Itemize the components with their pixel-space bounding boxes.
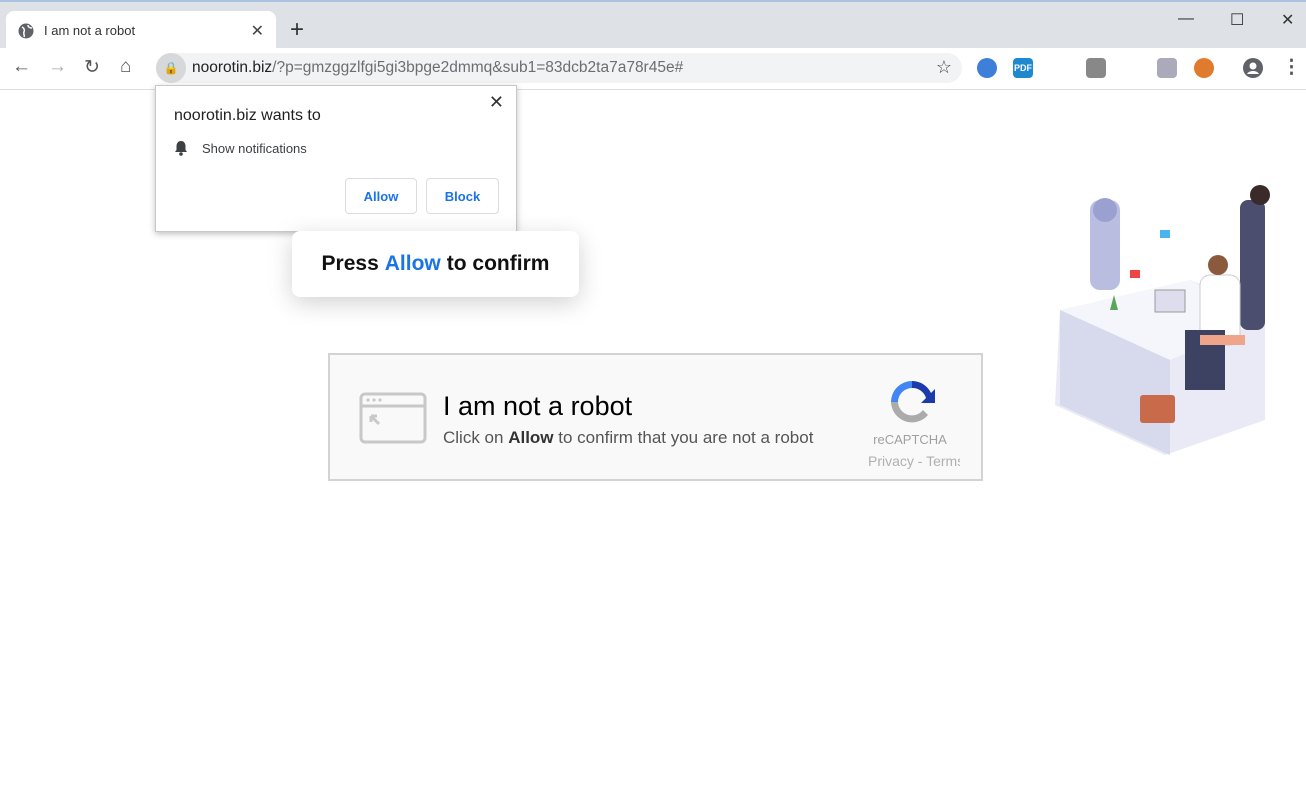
recaptcha-logo-icon bbox=[891, 380, 935, 423]
menu-icon[interactable]: ⋮ bbox=[1282, 56, 1301, 79]
forward-icon[interactable]: → bbox=[48, 56, 67, 78]
block-button[interactable]: Block bbox=[426, 178, 499, 214]
browser-window-icon bbox=[359, 392, 427, 444]
office-illustration bbox=[1055, 185, 1270, 455]
toolbar: ← → ↻ ⌂ 🔒 noorotin.biz/?p=gmzggzlfgi5gi3… bbox=[0, 48, 1306, 90]
address-bar[interactable]: 🔒 noorotin.biz/?p=gmzggzlfgi5gi3bpge2dmm… bbox=[156, 53, 962, 83]
new-tab-button[interactable]: + bbox=[290, 16, 304, 44]
back-icon[interactable]: ← bbox=[12, 56, 31, 78]
tab-active[interactable]: I am not a robot ✕ bbox=[6, 11, 276, 50]
pdf-ext-icon[interactable]: PDF bbox=[1013, 58, 1033, 78]
reload-icon[interactable]: ↻ bbox=[84, 56, 100, 79]
radio-ext-icon[interactable] bbox=[1086, 58, 1106, 78]
press-allow-banner: Press Allow to confirm bbox=[292, 231, 579, 297]
tab-title: I am not a robot bbox=[44, 23, 136, 38]
permission-row: Show notifications bbox=[174, 140, 307, 156]
popup-title: noorotin.biz wants to bbox=[174, 107, 321, 124]
minimize-button[interactable]: — bbox=[1178, 10, 1194, 28]
globe-ext-icon[interactable] bbox=[977, 58, 997, 78]
bell-icon bbox=[175, 141, 187, 156]
lock-icon[interactable]: 🔒 bbox=[156, 53, 186, 83]
book-ext-icon[interactable] bbox=[1157, 58, 1177, 78]
tab-strip: I am not a robot ✕ + — ☐ ✕ bbox=[0, 0, 1306, 50]
permission-text: Show notifications bbox=[202, 140, 307, 156]
recaptcha-label: reCAPTCHA bbox=[873, 432, 947, 447]
captcha-subtext: Click on Allow to confirm that you are n… bbox=[443, 428, 814, 447]
captcha-heading: I am not a robot bbox=[443, 391, 633, 421]
press-text: Press bbox=[321, 252, 379, 275]
profile-icon[interactable] bbox=[1243, 58, 1263, 78]
url-text[interactable]: noorotin.biz/?p=gmzggzlfgi5gi3bpge2dmmq&… bbox=[192, 59, 683, 77]
globe-icon bbox=[18, 23, 34, 38]
press-confirm-text: to confirm bbox=[446, 252, 550, 275]
close-window-button[interactable]: ✕ bbox=[1281, 10, 1294, 30]
notification-permission-popup: noorotin.biz wants to ✕ Show notificatio… bbox=[155, 85, 517, 232]
maximize-button[interactable]: ☐ bbox=[1230, 10, 1244, 30]
fake-captcha-box[interactable]: I am not a robot Click on Allow to confi… bbox=[328, 353, 983, 481]
popup-close-icon[interactable]: ✕ bbox=[489, 92, 504, 113]
bookmark-star-icon[interactable]: ☆ bbox=[936, 57, 952, 78]
privacy-terms-links[interactable]: Privacy - Terms bbox=[868, 453, 960, 469]
home-icon[interactable]: ⌂ bbox=[120, 56, 131, 78]
press-allow-word: Allow bbox=[384, 252, 441, 275]
bag-ext-icon[interactable] bbox=[1194, 58, 1214, 78]
allow-button[interactable]: Allow bbox=[345, 178, 417, 214]
tab-close-icon[interactable]: ✕ bbox=[251, 21, 264, 41]
